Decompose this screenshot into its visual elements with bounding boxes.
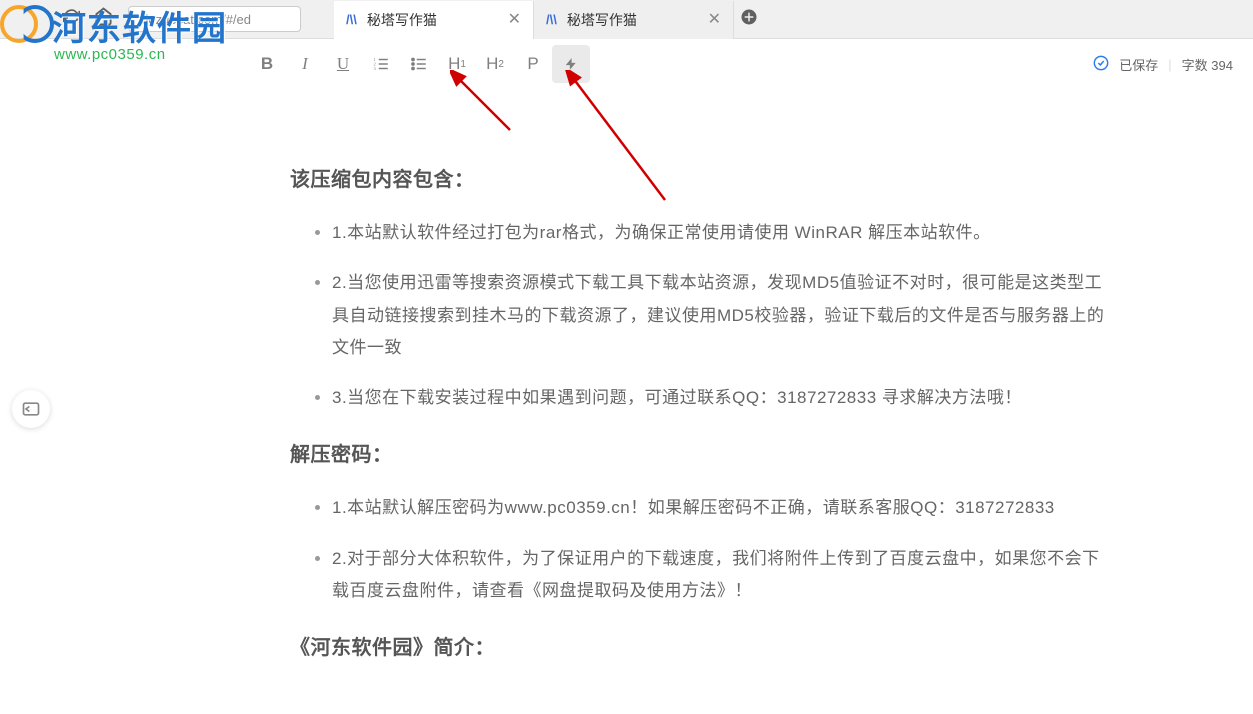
tab-favicon-icon: /\\ [346, 12, 357, 27]
list-item: 3.当您在下载安装过程中如果遇到问题，可通过联系QQ：3187272833 寻求… [332, 382, 1110, 414]
tab-1[interactable]: /\\ 秘塔写作猫 ✕ [334, 1, 534, 39]
tab-favicon-icon: /\\ [546, 12, 557, 27]
add-tab-button[interactable] [734, 8, 764, 31]
bold-button[interactable]: B [248, 45, 286, 83]
list-item: 2.对于部分大体积软件，为了保证用户的下载速度，我们将附件上传到了百度云盘中，如… [332, 543, 1110, 608]
h2-button[interactable]: H2 [476, 45, 514, 83]
heading-2: 解压密码： [290, 436, 1110, 474]
tab-title: 秘塔写作猫 [367, 10, 437, 30]
close-icon[interactable]: ✕ [508, 12, 521, 28]
saved-check-icon [1093, 55, 1109, 74]
list-1: 1.本站默认软件经过打包为rar格式，为确保正常使用请使用 WinRAR 解压本… [290, 217, 1110, 414]
list-item: 1.本站默认解压密码为www.pc0359.cn！如果解压密码不正确，请联系客服… [332, 492, 1110, 524]
h1-button[interactable]: H1 [438, 45, 476, 83]
list-2: 1.本站默认解压密码为www.pc0359.cn！如果解压密码不正确，请联系客服… [290, 492, 1110, 607]
lightning-button[interactable] [552, 45, 590, 83]
ordered-list-button[interactable]: 123 [362, 45, 400, 83]
tab-2[interactable]: /\\ 秘塔写作猫 ✕ [534, 1, 734, 39]
document-editor[interactable]: 该压缩包内容包含： 1.本站默认软件经过打包为rar格式，为确保正常使用请使用 … [290, 89, 1110, 667]
heading-3: 《河东软件园》简介： [290, 629, 1110, 667]
status-divider: | [1168, 57, 1171, 72]
tab-title: 秘塔写作猫 [567, 10, 637, 30]
close-icon[interactable]: ✕ [708, 12, 721, 28]
paragraph-button[interactable]: P [514, 45, 552, 83]
list-item: 2.当您使用迅雷等搜索资源模式下载工具下载本站资源，发现MD5值验证不对时，很可… [332, 267, 1110, 364]
sidebar-toggle-button[interactable] [12, 390, 50, 428]
status-area: 已保存 | 字数 394 [1093, 55, 1233, 74]
content-area: 该压缩包内容包含： 1.本站默认软件经过打包为rar格式，为确保正常使用请使用 … [0, 89, 1253, 714]
svg-text:3: 3 [374, 66, 377, 71]
word-count: 字数 394 [1182, 55, 1233, 74]
list-item: 1.本站默认软件经过打包为rar格式，为确保正常使用请使用 WinRAR 解压本… [332, 217, 1110, 249]
unordered-list-button[interactable] [400, 45, 438, 83]
saved-label: 已保存 [1119, 55, 1158, 74]
heading-1: 该压缩包内容包含： [290, 161, 1110, 199]
underline-button[interactable]: U [324, 45, 362, 83]
tabs-row: /\\ 秘塔写作猫 ✕ /\\ 秘塔写作猫 ✕ [334, 0, 764, 39]
italic-button[interactable]: I [286, 45, 324, 83]
watermark-logo: 河东软件园 www.pc0359.cn [0, 0, 227, 63]
watermark-sitename: 河东软件园 [52, 1, 227, 50]
